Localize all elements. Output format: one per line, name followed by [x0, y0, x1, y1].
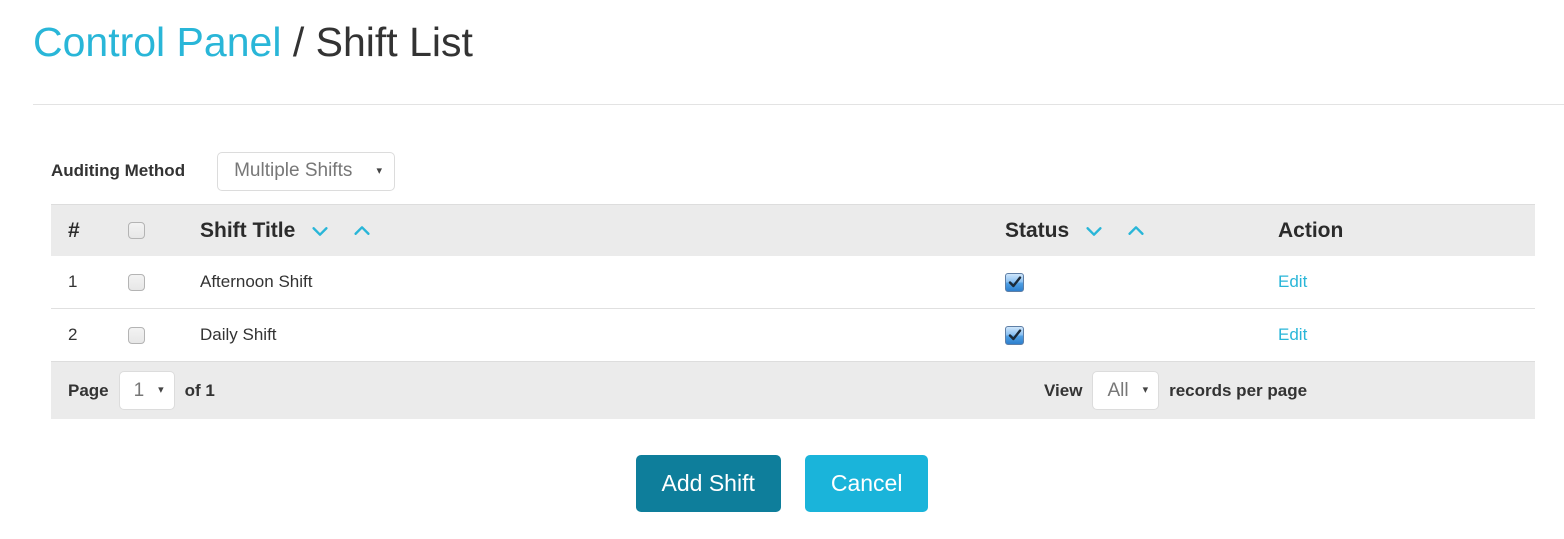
- breadcrumb-separator: /: [292, 19, 305, 65]
- pagination-cell: Page 1 ▾ of 1: [51, 361, 1005, 419]
- row-status-cell: [1005, 256, 1278, 309]
- records-per-page-label: records per page: [1169, 380, 1308, 400]
- column-header-select-all: [128, 204, 200, 256]
- column-header-number: #: [51, 204, 128, 256]
- page-select[interactable]: 1 ▾: [118, 371, 175, 410]
- shift-list-table: # Shift Title Status Action 1 Afternoon …: [51, 204, 1535, 419]
- row-status-cell: [1005, 309, 1278, 362]
- edit-link[interactable]: Edit: [1278, 272, 1307, 291]
- form-actions: Add Shift Cancel: [0, 455, 1564, 512]
- row-select-checkbox[interactable]: [128, 274, 145, 292]
- sort-descending-icon[interactable]: [309, 220, 331, 242]
- column-header-action-label: Action: [1278, 218, 1344, 242]
- chevron-down-icon: ▾: [158, 384, 164, 396]
- sort-ascending-icon[interactable]: [351, 220, 373, 242]
- column-header-action: Action: [1278, 204, 1535, 256]
- row-status-checkbox[interactable]: [1005, 326, 1024, 345]
- row-action-cell: Edit: [1278, 256, 1535, 309]
- row-action-cell: Edit: [1278, 309, 1535, 362]
- status-sort-controls: [1083, 220, 1147, 242]
- row-shift-title: Afternoon Shift: [200, 272, 313, 291]
- page-select-value: 1: [133, 379, 145, 401]
- page-label: Page: [68, 380, 109, 400]
- table-header-row: # Shift Title Status Action: [51, 204, 1535, 256]
- table-footer-row: Page 1 ▾ of 1 View All ▾ records per pag…: [51, 361, 1535, 419]
- add-shift-button[interactable]: Add Shift: [635, 455, 781, 512]
- table-row: 2 Daily Shift Edit: [51, 308, 1535, 362]
- row-select-cell: [128, 256, 200, 309]
- row-select-cell: [128, 309, 200, 362]
- sort-ascending-icon[interactable]: [1125, 220, 1147, 242]
- auditing-method-label: Auditing Method: [51, 161, 186, 180]
- column-header-shift-title: Shift Title: [200, 204, 1005, 256]
- chevron-down-icon: ▾: [376, 164, 383, 177]
- breadcrumb-link-control-panel[interactable]: Control Panel: [33, 19, 281, 65]
- auditing-method-select[interactable]: Multiple Shifts ▾: [217, 151, 396, 191]
- table-body: 1 Afternoon Shift Edit 2 Daily Shift Edi…: [51, 256, 1535, 362]
- row-number: 2: [68, 325, 78, 344]
- sort-descending-icon[interactable]: [1083, 220, 1105, 242]
- table-header: # Shift Title Status Action: [51, 204, 1535, 256]
- row-number: 1: [68, 272, 78, 291]
- table-footer: Page 1 ▾ of 1 View All ▾ records per pag…: [51, 361, 1535, 419]
- row-shift-title: Daily Shift: [200, 325, 277, 344]
- auditing-method-value: Multiple Shifts: [234, 160, 353, 181]
- page-title: Control Panel / Shift List: [33, 19, 473, 65]
- shift-title-sort-controls: [309, 220, 373, 242]
- records-per-page-value: All: [1107, 379, 1129, 401]
- page-total-label: of 1: [184, 380, 215, 400]
- edit-link[interactable]: Edit: [1278, 325, 1307, 344]
- column-header-number-label: #: [68, 218, 80, 242]
- breadcrumb-current-shift-list: Shift List: [315, 19, 473, 65]
- records-per-page-cell: View All ▾ records per page: [1005, 361, 1535, 419]
- view-label: View: [1044, 380, 1083, 400]
- column-header-status: Status: [1005, 204, 1278, 256]
- row-select-checkbox[interactable]: [128, 327, 145, 345]
- cancel-button[interactable]: Cancel: [804, 455, 929, 512]
- shift-list-table-container: # Shift Title Status Action 1 Afternoon …: [51, 204, 1535, 419]
- auditing-method-row: Auditing Method Multiple Shifts ▾: [51, 150, 396, 192]
- select-all-checkbox[interactable]: [128, 222, 145, 240]
- chevron-down-icon: ▾: [1142, 384, 1149, 396]
- row-status-checkbox[interactable]: [1005, 273, 1024, 292]
- column-header-status-label: Status: [1005, 218, 1070, 242]
- records-per-page-select[interactable]: All ▾: [1092, 371, 1160, 410]
- header-divider: [33, 104, 1564, 105]
- table-row: 1 Afternoon Shift Edit: [51, 256, 1535, 309]
- column-header-shift-title-label: Shift Title: [200, 218, 296, 242]
